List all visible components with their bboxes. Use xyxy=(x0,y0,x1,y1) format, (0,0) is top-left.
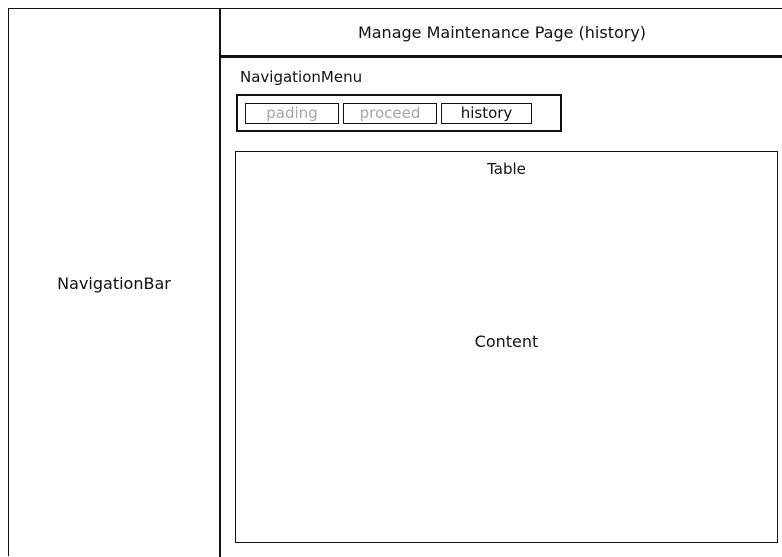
navigation-bar-label: NavigationBar xyxy=(57,273,171,293)
page-frame: NavigationBar Manage Maintenance Page (h… xyxy=(8,8,782,557)
navigation-bar: NavigationBar xyxy=(9,9,221,557)
table-panel: Table Content xyxy=(235,151,778,543)
table-title: Table xyxy=(487,160,526,178)
tab-proceed[interactable]: proceed xyxy=(343,103,437,124)
table-content-label: Content xyxy=(474,332,539,351)
page-title: Manage Maintenance Page (history) xyxy=(357,22,647,42)
navigation-menu: pading proceed history xyxy=(236,94,562,132)
page-header: Manage Maintenance Page (history) xyxy=(221,9,782,58)
navigation-menu-title: NavigationMenu xyxy=(240,68,363,86)
tab-pading[interactable]: pading xyxy=(245,103,339,124)
tab-history[interactable]: history xyxy=(441,103,532,124)
